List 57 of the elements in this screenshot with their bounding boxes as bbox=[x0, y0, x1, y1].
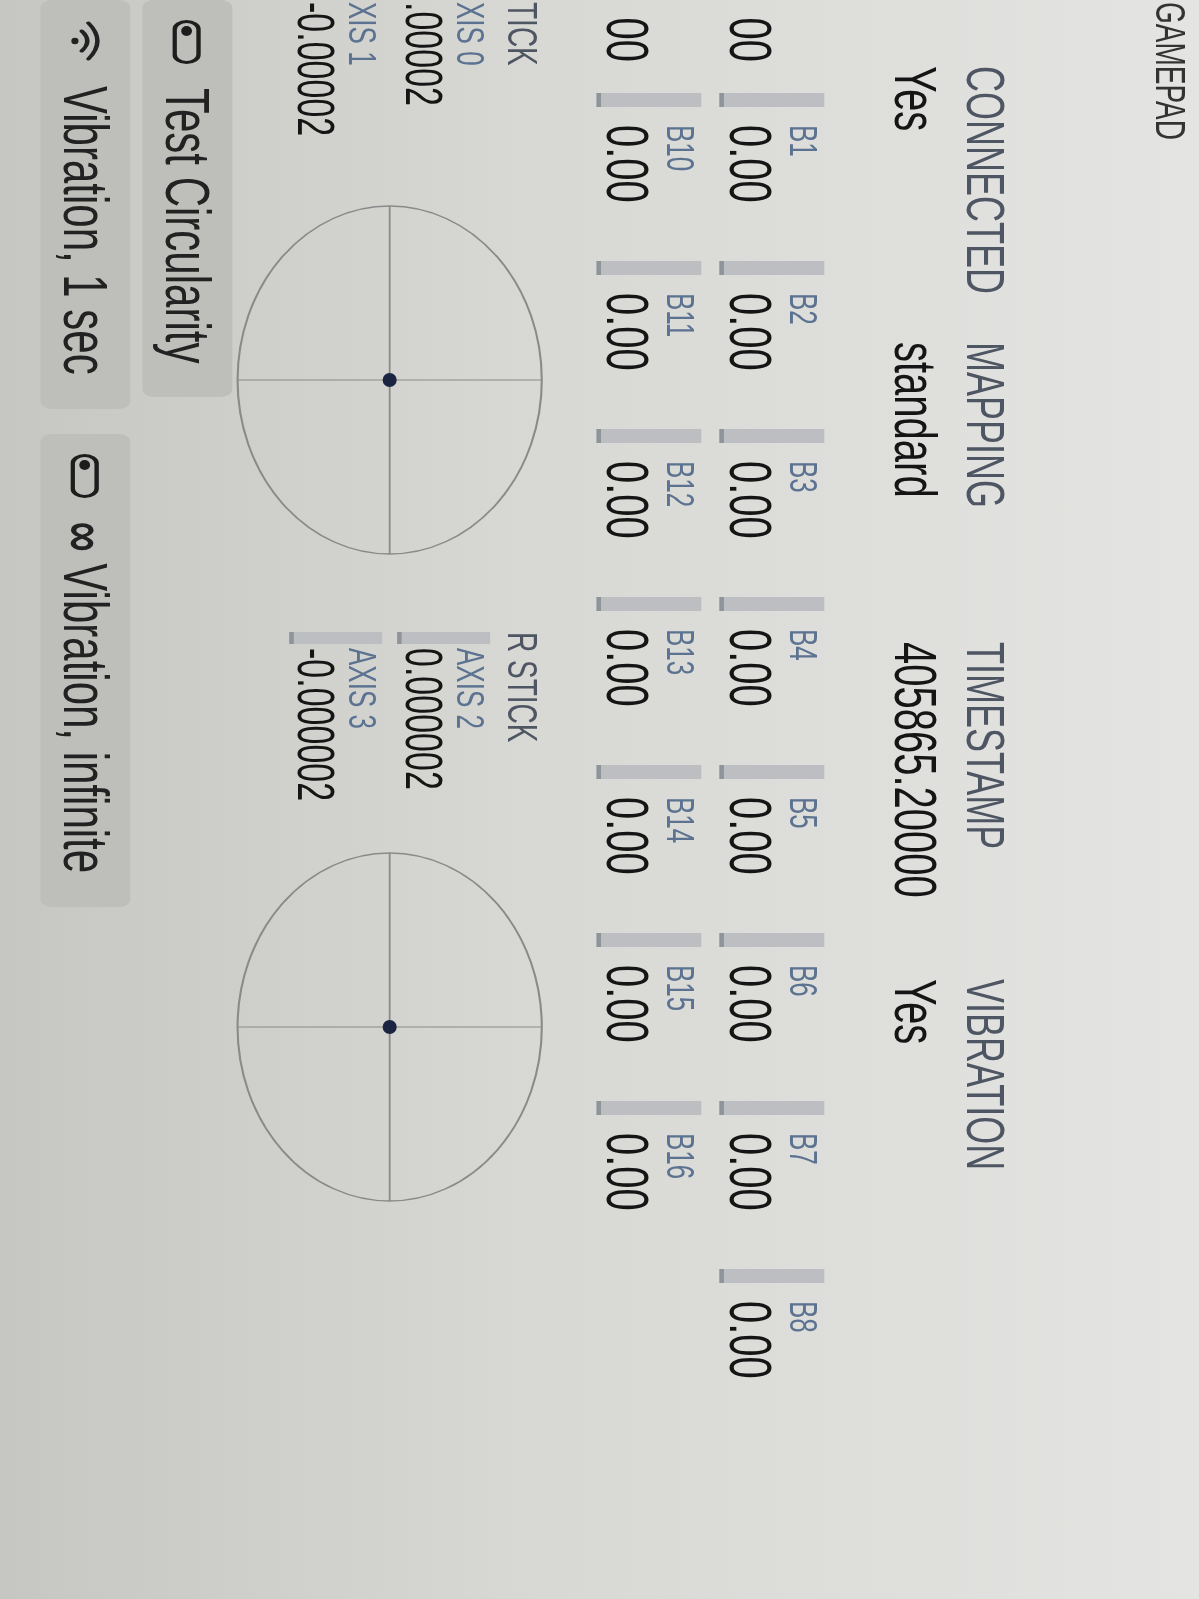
page-heading: GAMEPAD bbox=[1145, 2, 1193, 140]
button-label: B3 bbox=[782, 461, 825, 493]
button-value: 0.00 bbox=[596, 965, 660, 1043]
axis-value: 0.000002 bbox=[397, 648, 452, 790]
axis-label: XIS 1 bbox=[343, 2, 383, 66]
button-value: 0.00 bbox=[719, 797, 783, 875]
button-value: 00 bbox=[719, 17, 783, 62]
status-value: 405865.20000 bbox=[881, 642, 950, 898]
button-label: B10 bbox=[659, 125, 702, 172]
button-value: 0.00 bbox=[596, 629, 660, 707]
button-label: B8 bbox=[782, 1301, 825, 1333]
status-label: VIBRATION bbox=[956, 979, 1014, 1171]
button-label: B5 bbox=[782, 797, 825, 829]
axis-label: AXIS 3 bbox=[343, 648, 383, 729]
button-label: B14 bbox=[659, 797, 702, 844]
button-value: 0.00 bbox=[719, 1133, 783, 1211]
status-label: TIMESTAMP bbox=[956, 642, 1014, 850]
button-label: B1 bbox=[782, 125, 825, 157]
button-label: B2 bbox=[782, 293, 825, 325]
status-label: MAPPING bbox=[956, 342, 1014, 509]
button-value: 0.00 bbox=[719, 293, 783, 371]
button-label: B15 bbox=[659, 965, 702, 1012]
axis-value: .00002 bbox=[397, 2, 452, 106]
wifi-icon bbox=[70, 20, 101, 62]
button-value: 0.00 bbox=[719, 965, 783, 1043]
status-label: CONNECTED bbox=[956, 66, 1014, 294]
toggle-button[interactable]: ∞ Vibration, infinite bbox=[40, 433, 131, 908]
button-label: B7 bbox=[782, 1133, 825, 1165]
status-value: Yes bbox=[881, 979, 950, 1045]
button-label: B16 bbox=[659, 1133, 702, 1180]
toggle-button[interactable]: Test Circularity bbox=[142, 0, 233, 398]
position-dot-icon bbox=[382, 373, 397, 387]
button-value: 0.00 bbox=[719, 125, 783, 203]
axis-label: XIS 0 bbox=[451, 2, 491, 66]
button-value: 0.00 bbox=[719, 461, 783, 539]
button-label: B4 bbox=[782, 629, 825, 661]
vibration-button[interactable]: Vibration, 1 sec bbox=[40, 0, 131, 409]
button-value: 0.00 bbox=[719, 629, 783, 707]
button-value: 0.00 bbox=[596, 1133, 660, 1211]
button-value: 0.00 bbox=[596, 125, 660, 203]
button-label: B13 bbox=[659, 629, 702, 676]
button-value: 0.00 bbox=[719, 1301, 783, 1379]
button-value: 0.00 bbox=[596, 461, 660, 539]
axis-value: -0.000002 bbox=[289, 648, 344, 802]
button-value: 00 bbox=[596, 17, 660, 62]
axis-label: AXIS 2 bbox=[451, 648, 491, 729]
stick-title: TICK bbox=[499, 2, 545, 66]
button-label: B12 bbox=[659, 461, 702, 508]
button-value: 0.00 bbox=[596, 293, 660, 371]
button-value: 0.00 bbox=[596, 797, 660, 875]
axis-value: -0.00002 bbox=[289, 2, 344, 137]
status-value: standard bbox=[881, 342, 950, 498]
button-label: B11 bbox=[659, 293, 702, 338]
position-dot-icon bbox=[382, 1020, 397, 1034]
stick-title: R STICK bbox=[499, 632, 545, 743]
button-label: B6 bbox=[782, 965, 825, 997]
status-value: Yes bbox=[881, 66, 950, 132]
